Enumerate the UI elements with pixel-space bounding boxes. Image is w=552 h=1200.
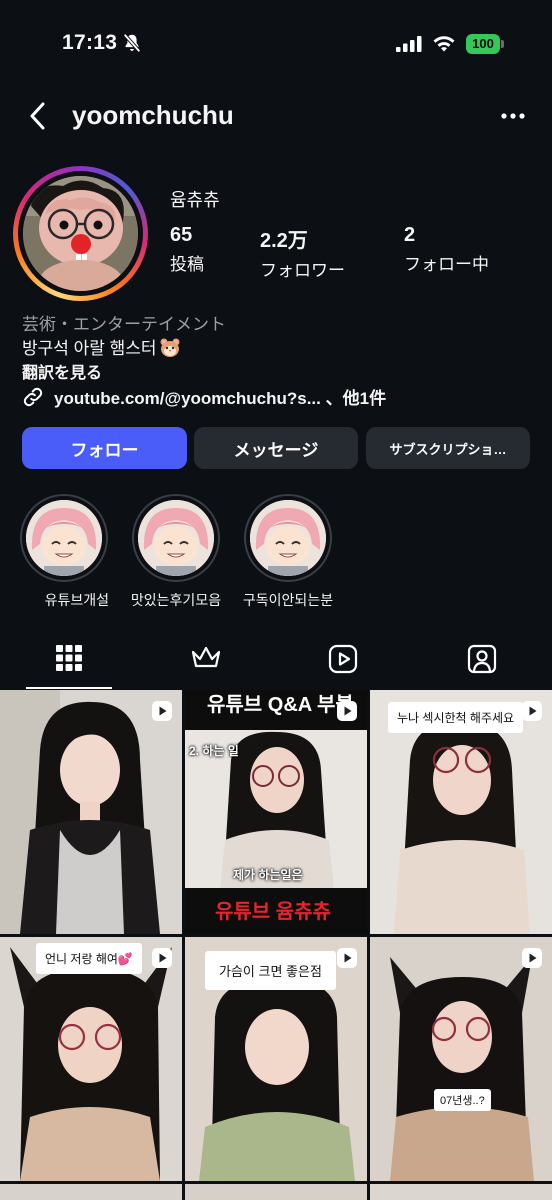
post-thumbnail[interactable]: 07년생..? [370,937,552,1181]
reels-icon [337,701,357,721]
battery-level: 100 [466,34,500,54]
post-thumbnail[interactable] [185,1184,367,1200]
tab-grid[interactable] [25,640,113,690]
highlight-cover [138,500,214,576]
tab-tagged[interactable] [438,640,526,690]
tab-reels[interactable] [299,640,387,690]
reels-icon [522,701,542,721]
status-time: 17:13 [62,31,118,54]
profile-link[interactable]: youtube.com/@yoomchuchu?s... 、他1件 [22,384,386,409]
active-tab-indicator [26,687,112,689]
posts-grid: 유튜브 Q&A 부볼 2. 하는 일 제가 하는일은 유튜브 윰츄츄 누나 섹시… [0,690,552,1200]
highlight-item[interactable]: 구독이안되는분 [243,494,333,610]
hamster-icon [160,338,180,357]
profile-tabs [0,640,552,690]
stat-label: フォロワー [260,261,345,280]
stat-following[interactable]: 2 フォロー中 [404,224,489,275]
highlight-label: 유튜브개설 [44,592,109,608]
highlight-label: 구독이안되는분 [242,592,334,608]
signal-icon [396,36,422,52]
reels-icon [522,948,542,968]
profile-header: yoomchuchu [0,90,552,142]
stat-value: 2.2万 [260,230,308,252]
post-caption: 누나 섹시한척 해주세요 [388,702,524,733]
highlight-cover [26,500,102,576]
crown-icon [191,646,221,668]
post-overlay-text: 유튜브 윰츄츄 [215,901,331,923]
link-suffix: 、他1件 [325,389,387,408]
post-overlay-text: 유튜브 Q&A 부볼 [207,694,354,716]
subscription-button[interactable]: サブスクリプショ… [366,427,530,469]
post-photo [0,690,182,934]
translate-link[interactable]: 翻訳を見る [22,359,102,383]
post-thumbnail[interactable] [0,1184,182,1200]
reels-icon [152,701,172,721]
highlight-item[interactable]: 유튜브개설 [19,494,109,610]
reels-icon [328,644,358,674]
post-thumbnail[interactable] [370,1184,552,1200]
post-thumbnail[interactable]: 언니 저랑 해여💕 [0,937,182,1181]
highlight-label: 맛있는후기모음 [130,592,222,608]
post-caption: 가슴이 크면 좋은점 [205,951,336,990]
tab-subscriptions[interactable] [162,640,250,690]
bio-text: 방구석 아랄 햄스터 [22,339,157,358]
stat-value: 65 [170,224,193,246]
stat-posts[interactable]: 65 投稿 [170,224,204,275]
stat-value: 2 [404,224,416,246]
highlight-cover [250,500,326,576]
avatar-photo [23,176,138,291]
post-caption: 언니 저랑 해여💕 [36,943,142,974]
reels-icon [152,948,172,968]
post-overlay-text: 제가 하는일은 [233,868,303,882]
battery-icon: 100 [466,34,504,54]
post-thumbnail[interactable]: 가슴이 크면 좋은점 [185,937,367,1181]
post-thumbnail[interactable] [0,690,182,934]
post-photo [370,937,552,1181]
post-thumbnail[interactable]: 유튜브 Q&A 부볼 2. 하는 일 제가 하는일은 유튜브 윰츄츄 [185,690,367,934]
message-button[interactable]: メッセージ [194,427,358,469]
wifi-icon [433,36,455,52]
battery-tip [501,40,504,48]
tagged-icon [467,644,497,674]
stat-label: フォロー中 [404,255,489,274]
post-caption: 07년생..? [434,1089,491,1111]
bell-slash-icon [123,33,141,53]
post-thumbnail[interactable]: 누나 섹시한척 해주세요 [370,690,552,934]
link-url[interactable]: youtube.com/@yoomchuchu?s... [54,389,321,408]
display-name: 윰츄츄 [170,190,220,210]
post-overlay-text: 2. 하는 일 [189,744,239,758]
highlight-item[interactable]: 맛있는후기모음 [131,494,221,610]
status-bar: 17:13 100 [0,0,552,90]
follow-button[interactable]: フォロー [22,427,187,469]
reels-icon [337,948,357,968]
more-horizontal-icon[interactable] [498,104,528,128]
profile-category: 芸術・エンターテイメント [22,315,226,334]
profile-bio: 방구석 아랄 햄스터 [22,334,181,359]
stat-followers[interactable]: 2.2万 フォロワー [260,224,345,281]
profile-username: yoomchuchu [72,100,234,130]
link-icon [23,387,43,406]
avatar[interactable] [13,166,148,301]
chevron-left-icon[interactable] [26,100,50,132]
stat-label: 投稿 [170,255,204,274]
grid-icon [56,645,82,671]
